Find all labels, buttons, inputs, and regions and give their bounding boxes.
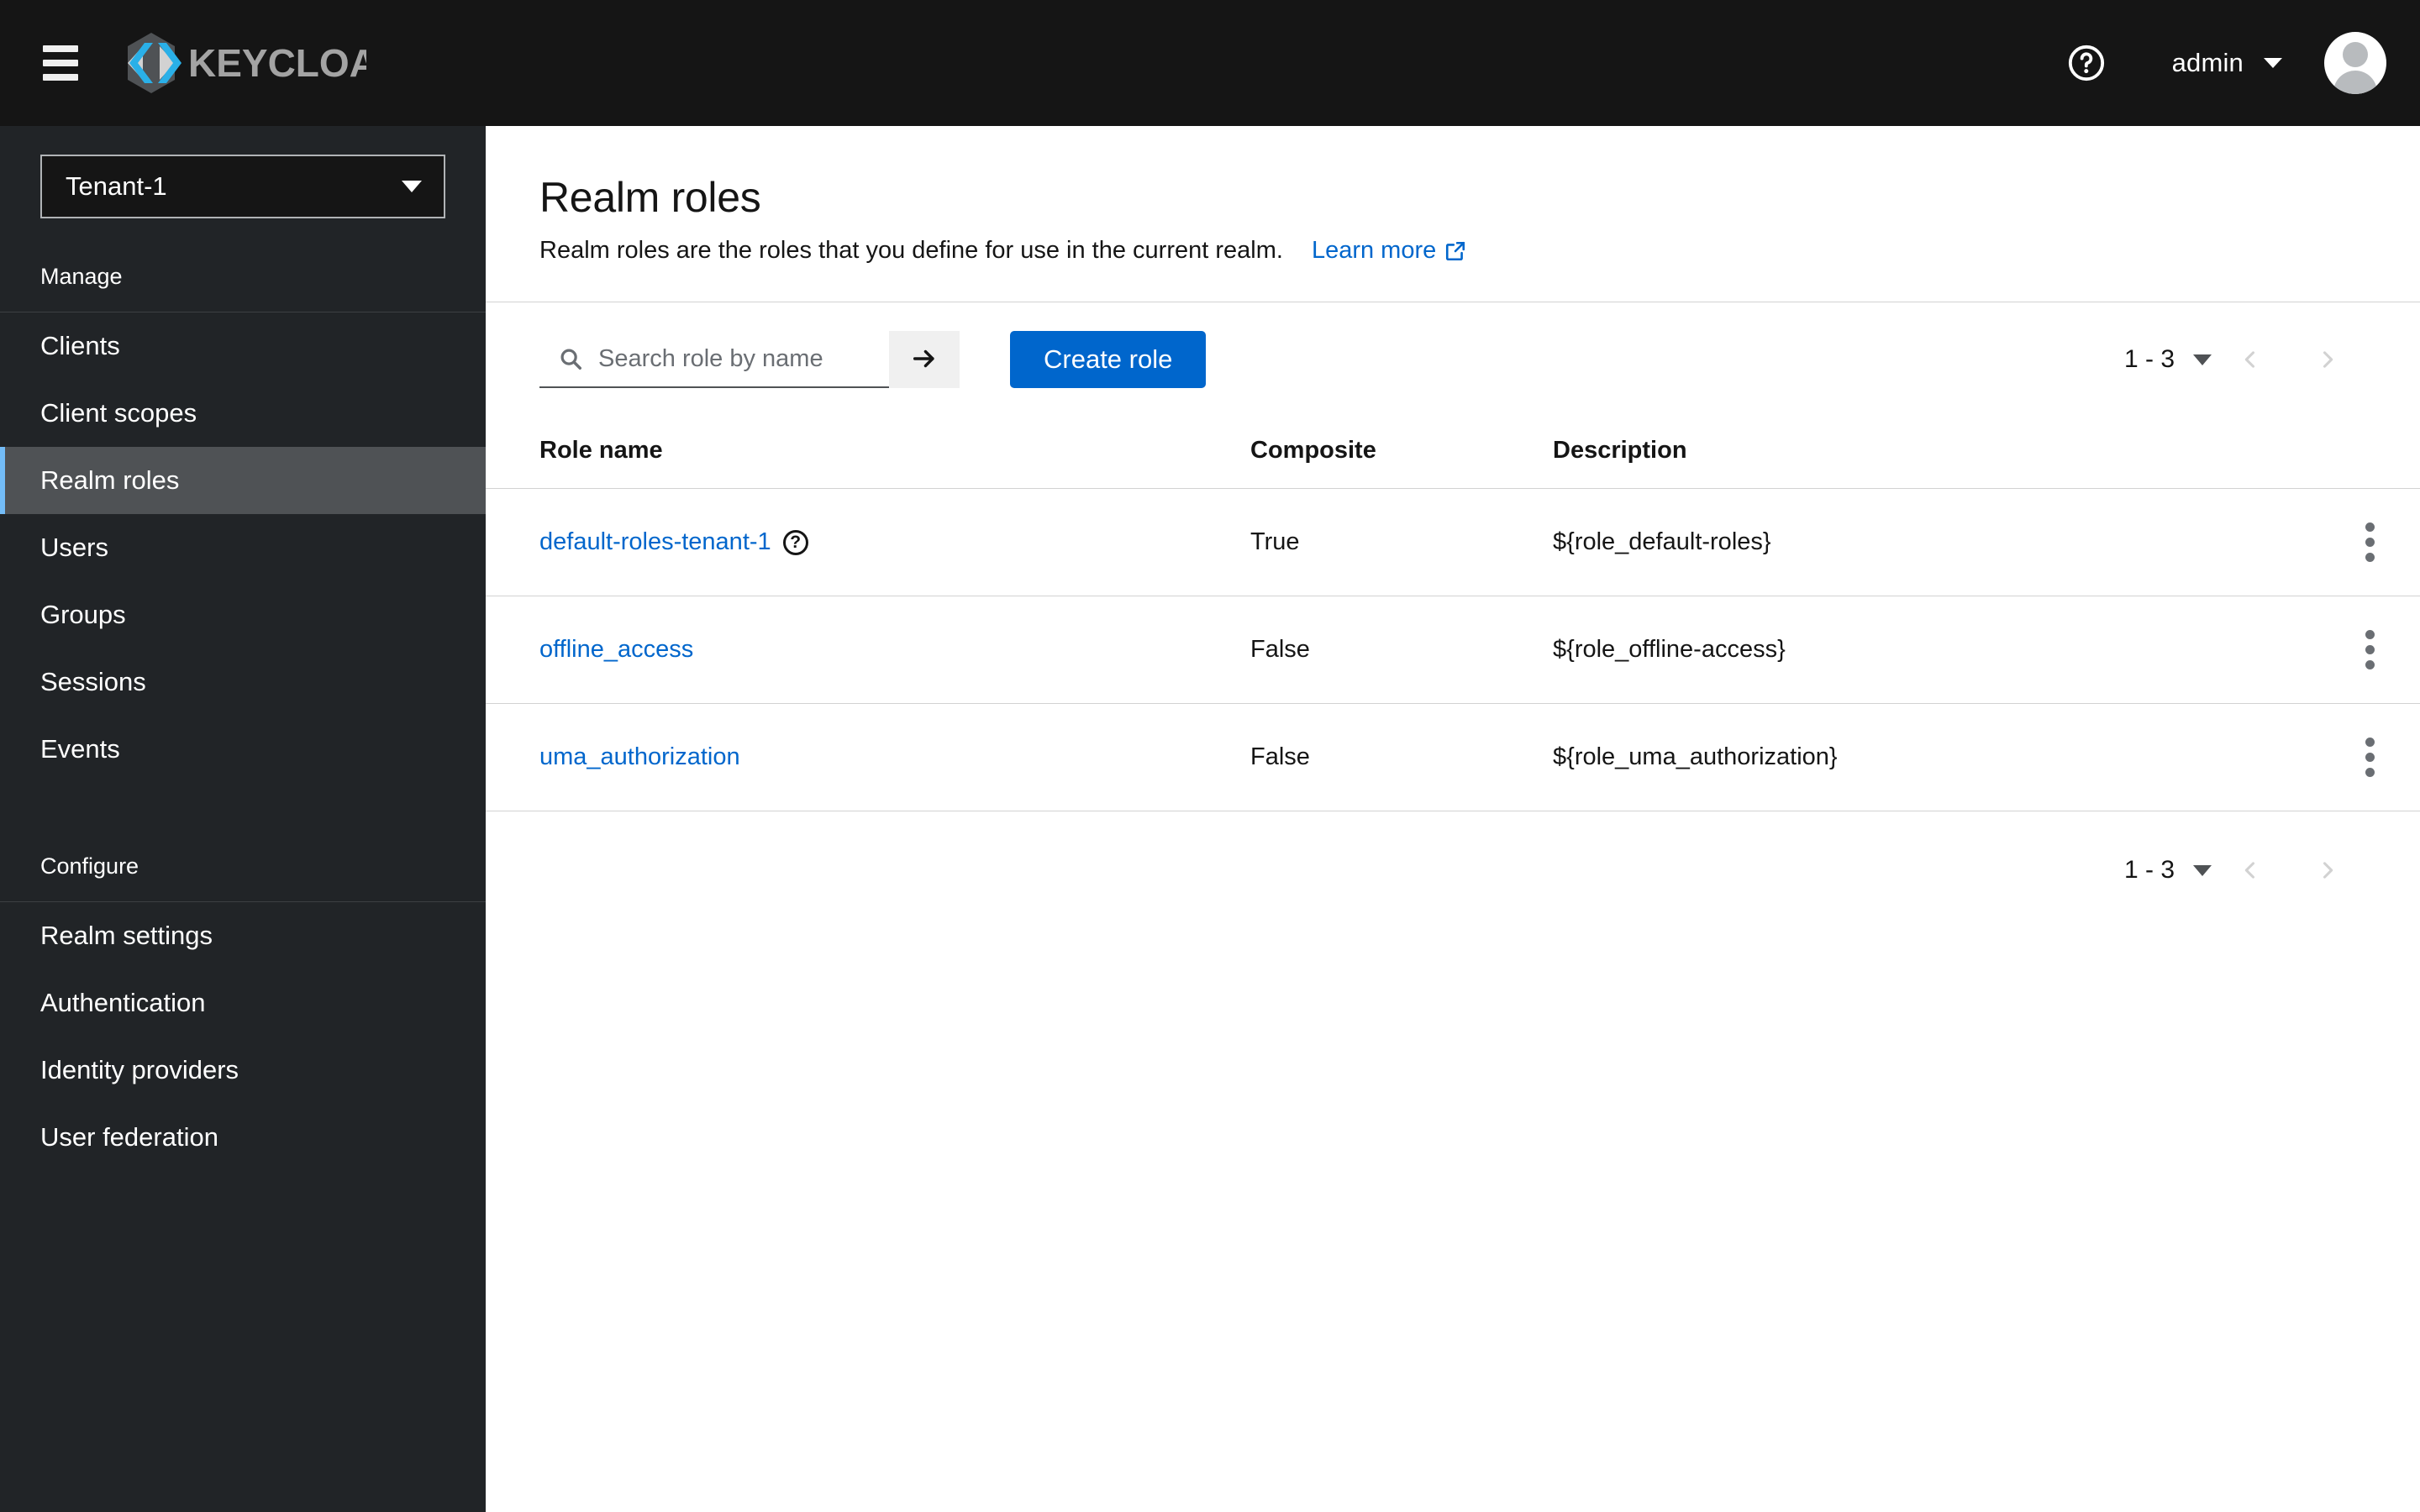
search-field[interactable]	[539, 331, 889, 388]
sidebar-item-client-scopes[interactable]: Client scopes	[0, 380, 486, 447]
help-icon[interactable]	[2051, 28, 2122, 98]
create-role-button[interactable]: Create role	[1010, 331, 1207, 388]
realm-selector[interactable]: Tenant-1	[40, 155, 445, 218]
pagination-prev-button[interactable]	[2212, 326, 2289, 393]
pagination-bottom: 1 - 3	[486, 811, 2420, 904]
sidebar-item-realm-roles[interactable]: Realm roles	[0, 447, 486, 514]
nav-section-manage-label: Manage	[0, 247, 486, 312]
page-body: Tenant-1 Manage Clients Client scopes Re…	[0, 126, 2420, 1512]
hamburger-bar	[43, 74, 78, 81]
chevron-down-icon	[402, 181, 422, 192]
keycloak-brand-logo[interactable]: KEYCLOAK	[114, 29, 366, 97]
pagination-options-toggle[interactable]	[2193, 354, 2212, 365]
column-header-composite: Composite	[1250, 415, 1553, 489]
cell-composite: True	[1250, 488, 1553, 596]
cell-actions	[2319, 596, 2420, 704]
sidebar-item-identity-providers[interactable]: Identity providers	[0, 1037, 486, 1104]
role-name-wrapper: default-roles-tenant-1 ?	[539, 528, 1250, 556]
role-link[interactable]: uma_authorization	[539, 743, 740, 771]
pagination-top: 1 - 3	[2124, 326, 2366, 393]
chevron-down-icon	[2264, 58, 2282, 68]
masthead: KEYCLOAK admin	[0, 0, 2420, 126]
user-name-label: admin	[2171, 48, 2244, 77]
cell-description: ${role_default-roles}	[1553, 488, 2319, 596]
sidebar-item-events[interactable]: Events	[0, 716, 486, 783]
keycloak-logo-icon: KEYCLOAK	[128, 33, 366, 93]
row-kebab-menu-icon[interactable]	[2319, 622, 2420, 678]
arrow-right-icon	[913, 349, 934, 368]
role-link[interactable]: offline_access	[539, 636, 693, 664]
cell-description: ${role_uma_authorization}	[1553, 703, 2319, 811]
role-name-wrapper: offline_access	[539, 636, 1250, 664]
table-row: uma_authorization False ${role_uma_autho…	[486, 703, 2420, 811]
sidebar-item-authentication[interactable]: Authentication	[0, 969, 486, 1037]
column-header-description: Description	[1553, 415, 2319, 489]
pagination-range: 1 - 3	[2123, 345, 2175, 373]
sidebar-item-user-federation[interactable]: User federation	[0, 1104, 486, 1171]
page-title: Realm roles	[539, 174, 761, 221]
cell-composite: False	[1250, 703, 1553, 811]
cell-role-name: default-roles-tenant-1 ?	[486, 488, 1250, 596]
avatar-body	[2333, 71, 2377, 94]
masthead-actions: admin	[2051, 28, 2386, 98]
cell-actions	[2319, 703, 2420, 811]
pagination-next-button[interactable]	[2289, 326, 2366, 393]
table-row: offline_access False ${role_offline-acce…	[486, 596, 2420, 704]
row-kebab-menu-icon[interactable]	[2319, 729, 2420, 785]
sidebar-item-clients[interactable]: Clients	[0, 312, 486, 380]
sidebar-item-sessions[interactable]: Sessions	[0, 648, 486, 716]
cell-composite: False	[1250, 596, 1553, 704]
role-help-icon[interactable]: ?	[782, 529, 808, 555]
external-link-icon	[1446, 241, 1465, 260]
search-group	[539, 331, 960, 388]
page-header: Realm roles Realm roles are the roles th…	[486, 126, 2420, 302]
pagination-next-button[interactable]	[2289, 837, 2366, 904]
pagination-range: 1 - 3	[2123, 856, 2175, 884]
avatar[interactable]	[2324, 32, 2386, 94]
table-row: default-roles-tenant-1 ? True ${role_def…	[486, 488, 2420, 596]
learn-more-link[interactable]: Learn more	[1312, 237, 1466, 265]
table-body: default-roles-tenant-1 ? True ${role_def…	[486, 488, 2420, 811]
column-header-actions	[2319, 415, 2420, 489]
nav-section-configure-label: Configure	[0, 837, 486, 902]
hamburger-bar	[43, 45, 78, 52]
chevron-left-icon	[2244, 862, 2255, 879]
search-icon	[560, 349, 581, 370]
hamburger-menu-icon[interactable]	[30, 33, 91, 93]
cell-actions	[2319, 488, 2420, 596]
search-submit-button[interactable]	[889, 331, 960, 388]
search-input[interactable]	[598, 344, 872, 373]
column-header-role-name: Role name	[486, 415, 1250, 489]
cell-role-name: uma_authorization	[486, 703, 1250, 811]
pagination-options-toggle[interactable]	[2193, 864, 2212, 876]
row-kebab-menu-icon[interactable]	[2319, 514, 2420, 570]
svg-text:KEYCLOAK: KEYCLOAK	[188, 41, 366, 85]
cell-description: ${role_offline-access}	[1553, 596, 2319, 704]
hamburger-bar	[43, 60, 78, 66]
page-description: Realm roles are the roles that you defin…	[539, 237, 1283, 264]
realm-selector-wrapper: Tenant-1	[0, 126, 486, 247]
pagination-prev-button[interactable]	[2212, 837, 2289, 904]
table-header-row: Role name Composite Description	[486, 415, 2420, 489]
toolbar: Create role 1 - 3	[486, 302, 2420, 415]
chevron-right-icon	[2323, 351, 2333, 368]
cell-role-name: offline_access	[486, 596, 1250, 704]
learn-more-label: Learn more	[1311, 237, 1437, 264]
sidebar-item-groups[interactable]: Groups	[0, 581, 486, 648]
user-dropdown[interactable]: admin	[2172, 48, 2282, 78]
sidebar-item-realm-settings[interactable]: Realm settings	[0, 902, 486, 969]
table-head: Role name Composite Description	[486, 415, 2420, 489]
sidebar: Tenant-1 Manage Clients Client scopes Re…	[0, 126, 486, 1512]
chevron-right-icon	[2323, 862, 2333, 879]
avatar-head	[2343, 42, 2368, 67]
roles-table: Role name Composite Description default-…	[486, 415, 2420, 811]
chevron-left-icon	[2244, 351, 2255, 368]
role-link[interactable]: default-roles-tenant-1	[539, 528, 771, 556]
sidebar-item-users[interactable]: Users	[0, 514, 486, 581]
role-name-wrapper: uma_authorization	[539, 743, 1250, 771]
main-content: Realm roles Realm roles are the roles th…	[486, 126, 2420, 1512]
realm-selector-value: Tenant-1	[66, 171, 167, 201]
page-description-row: Realm roles are the roles that you defin…	[539, 237, 2366, 265]
